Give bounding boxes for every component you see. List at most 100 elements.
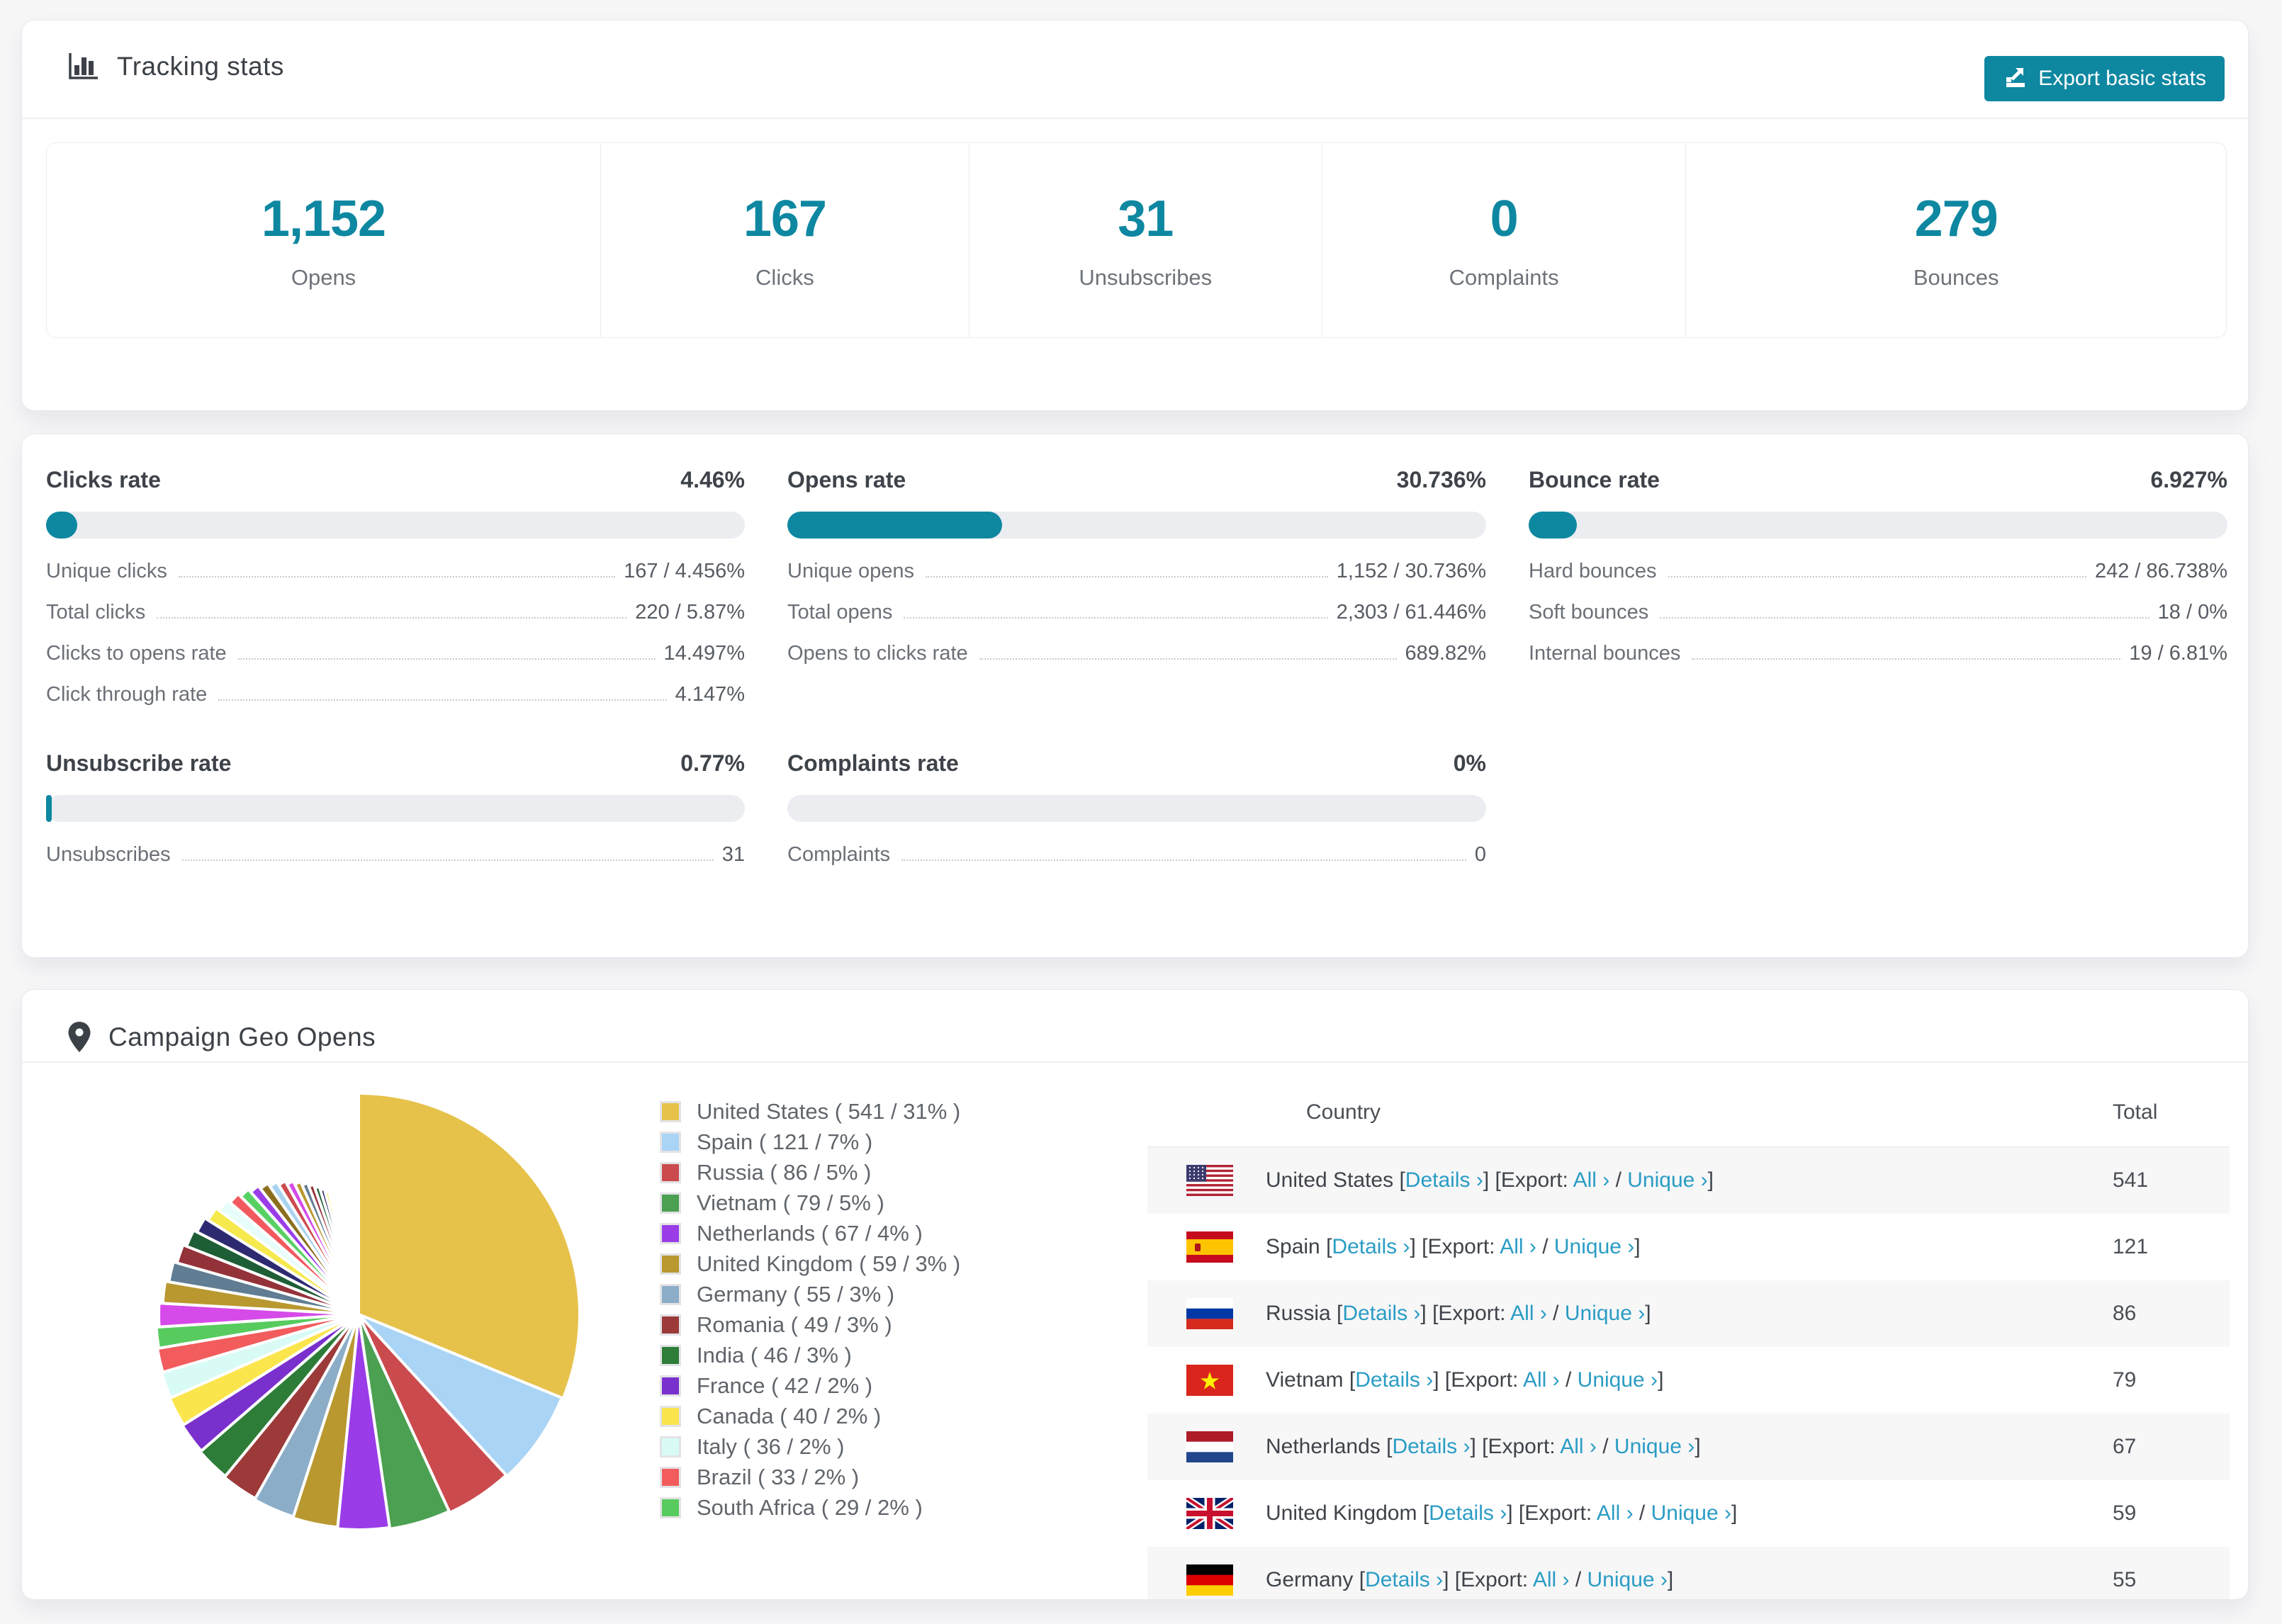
details-link[interactable]: Details › (1355, 1368, 1433, 1392)
export-button-label: Export basic stats (2038, 67, 2206, 90)
stat-label: Complaints (1449, 265, 1559, 290)
export-all-link[interactable]: All › (1510, 1302, 1547, 1325)
legend-label: United States ( 541 / 31% ) (697, 1098, 961, 1124)
detail-value: 31 (721, 843, 745, 866)
export-basic-stats-button[interactable]: Export basic stats (1984, 56, 2225, 101)
stat-detail-row: Unsubscribes 31 (46, 843, 745, 884)
summary-stat-cell: 0 Complaints (1321, 143, 1686, 337)
geo-header: Campaign Geo Opens (67, 1021, 376, 1054)
unsubscribe-rate-section: Unsubscribe rate 0.77% Unsubscribes 31 (46, 750, 745, 884)
legend-item: Canada ( 40 / 2% ) (660, 1401, 960, 1431)
detail-value: 2,303 / 61.446% (1336, 601, 1486, 624)
flag-nl (1186, 1431, 1233, 1462)
details-link[interactable]: Details › (1332, 1235, 1410, 1258)
country-cell: Spain [Details ›] [Export: All › / Uniqu… (1266, 1235, 1641, 1258)
export-unique-link[interactable]: Unique › (1627, 1168, 1707, 1192)
stat-label: Opens (291, 265, 356, 290)
stat-detail-row: Soft bounces 18 / 0% (1529, 601, 2227, 642)
details-link[interactable]: Details › (1405, 1168, 1483, 1192)
stat-detail-row: Total clicks 220 / 5.87% (46, 601, 745, 642)
table-row: Spain [Details ›] [Export: All › / Uniqu… (1147, 1214, 2230, 1280)
details-link[interactable]: Details › (1342, 1302, 1420, 1325)
rate-header: Opens rate 30.736% (787, 467, 1486, 493)
country-name: Spain (1266, 1235, 1320, 1258)
rate-header: Bounce rate 6.927% (1529, 467, 2227, 493)
legend-label: France ( 42 / 2% ) (697, 1372, 873, 1398)
country-name: United Kingdom (1266, 1501, 1417, 1525)
detail-label: Clicks to opens rate (46, 642, 227, 665)
legend-color-swatch (660, 1100, 681, 1122)
summary-stat-cell: 279 Bounces (1685, 143, 2226, 337)
country-cell: United States [Details ›] [Export: All ›… (1266, 1168, 1714, 1192)
legend-item: Italy ( 36 / 2% ) (660, 1431, 960, 1462)
country-total: 121 (2113, 1235, 2149, 1258)
dotted-leader (178, 576, 616, 577)
legend-item: Brazil ( 33 / 2% ) (660, 1462, 960, 1492)
export-all-link[interactable]: All › (1533, 1568, 1570, 1591)
summary-stat-cell: 1,152 Opens (47, 143, 600, 337)
legend-label: United Kingdom ( 59 / 3% ) (697, 1251, 961, 1276)
legend-item: Vietnam ( 79 / 5% ) (660, 1188, 960, 1218)
export-unique-link[interactable]: Unique › (1587, 1568, 1668, 1591)
stat-detail-row: Hard bounces 242 / 86.738% (1529, 560, 2227, 601)
rate-header: Complaints rate 0% (787, 750, 1486, 777)
detail-label: Opens to clicks rate (787, 642, 968, 665)
flag-ru (1186, 1298, 1233, 1329)
geo-pie-chart[interactable] (125, 1081, 592, 1548)
stat-number: 31 (1118, 191, 1174, 247)
details-link[interactable]: Details › (1429, 1501, 1507, 1525)
country-cell: United Kingdom [Details ›] [Export: All … (1266, 1501, 1738, 1525)
rate-value: 6.927% (2150, 467, 2227, 492)
export-unique-link[interactable]: Unique › (1651, 1501, 1731, 1525)
column-header-country: Country (1306, 1100, 1381, 1124)
tracking-stats-card: Tracking stats Export basic stats 1,152 … (21, 20, 2249, 411)
legend-color-swatch (660, 1466, 681, 1488)
export-all-link[interactable]: All › (1560, 1435, 1597, 1458)
rate-detail-rows: Hard bounces 242 / 86.738% Soft bounces … (1529, 560, 2227, 683)
clicks-rate-section: Clicks rate 4.46% Unique clicks 167 / 4.… (46, 467, 745, 724)
export-unique-link[interactable]: Unique › (1565, 1302, 1645, 1325)
export-unique-link[interactable]: Unique › (1614, 1435, 1694, 1458)
rate-title: Complaints rate (787, 750, 959, 776)
legend-color-swatch (660, 1314, 681, 1336)
export-all-link[interactable]: All › (1597, 1501, 1634, 1525)
page: { "colors": { "accent_teal": "#0e87a1", … (0, 0, 2282, 1624)
rate-value: 0% (1453, 750, 1486, 776)
rate-title: Opens rate (787, 467, 906, 492)
rate-header: Unsubscribe rate 0.77% (46, 750, 745, 777)
country-cell: Vietnam [Details ›] [Export: All › / Uni… (1266, 1368, 1664, 1392)
export-all-link[interactable]: All › (1523, 1368, 1560, 1392)
detail-label: Click through rate (46, 683, 208, 706)
legend-color-swatch (660, 1283, 681, 1305)
progress-bar (46, 795, 745, 822)
country-total: 67 (2113, 1435, 2137, 1458)
rate-title: Bounce rate (1529, 467, 1660, 492)
export-unique-link[interactable]: Unique › (1578, 1368, 1658, 1392)
page-title: Tracking stats (117, 52, 284, 81)
legend-color-swatch (660, 1436, 681, 1457)
stat-number: 1,152 (261, 191, 386, 247)
stat-number: 279 (1914, 191, 1999, 247)
detail-value: 19 / 6.81% (2129, 642, 2227, 665)
stat-detail-row: Unique opens 1,152 / 30.736% (787, 560, 1486, 601)
table-row: Russia [Details ›] [Export: All › / Uniq… (1147, 1280, 2230, 1347)
column-header-total: Total (2113, 1100, 2158, 1124)
details-link[interactable]: Details › (1392, 1435, 1470, 1458)
export-all-link[interactable]: All › (1500, 1235, 1536, 1258)
country-total: 541 (2113, 1168, 2149, 1192)
stat-detail-row: Unique clicks 167 / 4.456% (46, 560, 745, 601)
export-unique-link[interactable]: Unique › (1554, 1235, 1634, 1258)
pie-svg[interactable] (125, 1081, 592, 1548)
country-name: Netherlands (1266, 1435, 1381, 1458)
country-total: 79 (2113, 1368, 2137, 1392)
export-all-link[interactable]: All › (1573, 1168, 1610, 1192)
pie-slice[interactable] (355, 1256, 360, 1316)
details-link[interactable]: Details › (1365, 1568, 1443, 1591)
dotted-leader (925, 576, 1328, 577)
legend-label: Brazil ( 33 / 2% ) (697, 1464, 860, 1489)
dotted-leader (157, 617, 627, 619)
rates-card: Clicks rate 4.46% Unique clicks 167 / 4.… (21, 434, 2249, 958)
legend-item: South Africa ( 29 / 2% ) (660, 1492, 960, 1523)
tracking-stats-header: Tracking stats (67, 52, 284, 81)
progress-bar (787, 512, 1486, 538)
